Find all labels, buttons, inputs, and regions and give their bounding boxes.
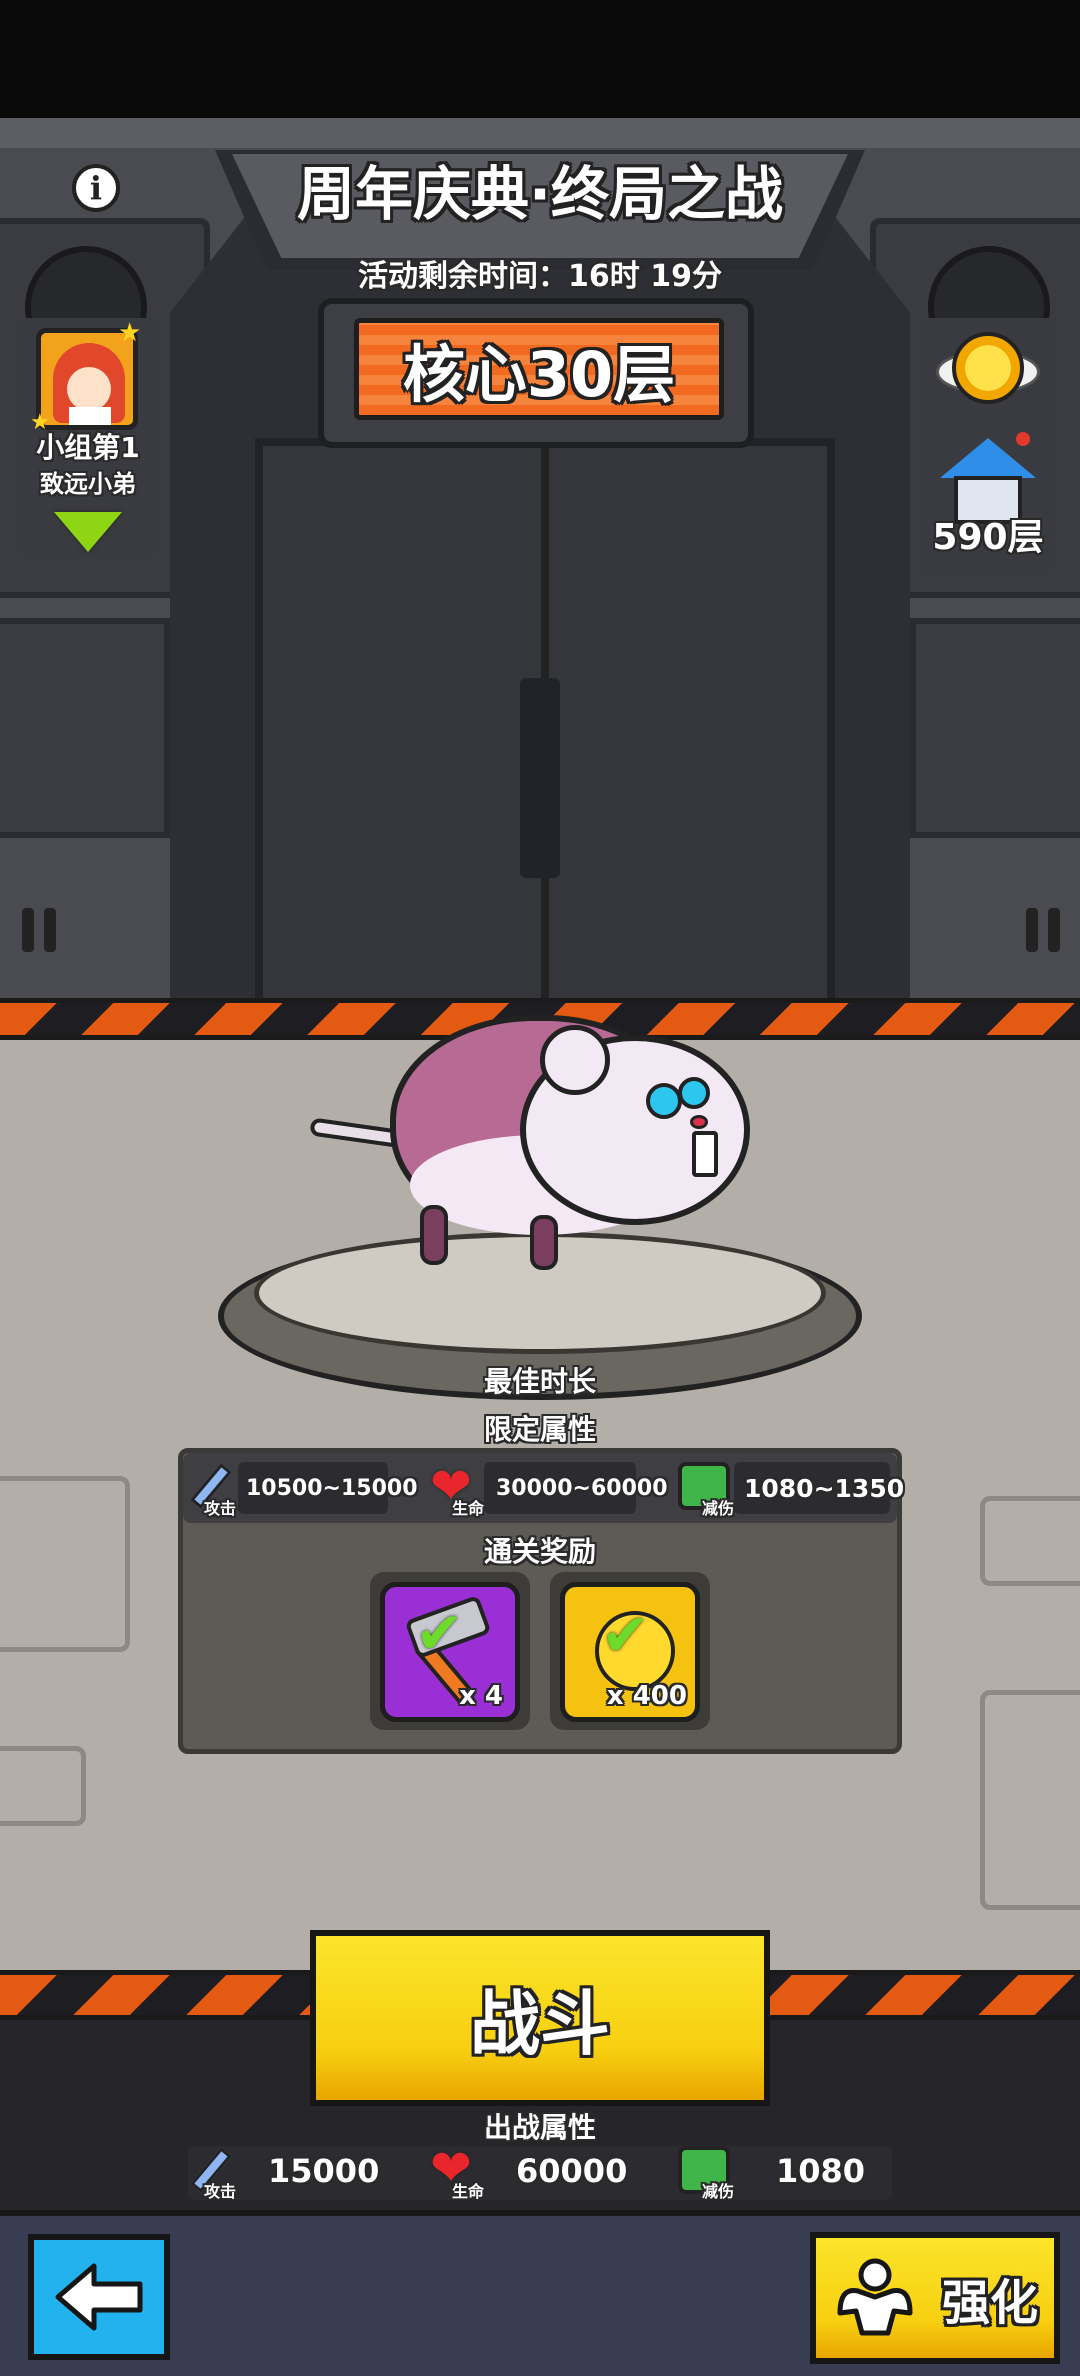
info-button[interactable]: i bbox=[72, 164, 120, 212]
rat-eye bbox=[646, 1083, 682, 1119]
vent-slot bbox=[44, 908, 56, 952]
check-icon: ✔ bbox=[601, 1601, 650, 1669]
floor-tile bbox=[0, 1476, 130, 1652]
defense-tag: 减伤 bbox=[702, 2182, 735, 2201]
rat-eye bbox=[678, 1077, 710, 1109]
enhance-button[interactable]: 强化 bbox=[810, 2232, 1060, 2364]
reward-count: x 4 bbox=[459, 1681, 503, 1711]
wall-rail bbox=[0, 118, 1080, 148]
floor-tile bbox=[980, 1690, 1080, 1910]
limited-attack-value: 10500~15000 bbox=[246, 1475, 418, 1501]
limited-attack-cell: 10500~15000 bbox=[238, 1462, 418, 1514]
deploy-hp-value: 60000 bbox=[516, 2152, 628, 2190]
arrow-left-icon bbox=[55, 2263, 143, 2331]
door-handle bbox=[520, 678, 560, 878]
attack-tag: 攻击 bbox=[204, 1499, 237, 1518]
stage-label: 核心30层 bbox=[402, 338, 676, 411]
rank-label: 小组第1 bbox=[36, 431, 140, 464]
avatar-face bbox=[67, 367, 111, 411]
reward-label: 通关奖励 bbox=[483, 1535, 596, 1568]
door-left bbox=[255, 438, 545, 998]
enhance-button-label: 强化 bbox=[942, 2275, 1039, 2331]
limited-hp-cell: 30000~60000 bbox=[484, 1462, 668, 1514]
reward-card-hammer[interactable]: ✔ x 4 bbox=[380, 1582, 520, 1722]
gold-coin-badge-icon[interactable] bbox=[936, 332, 1040, 422]
floor-tile bbox=[980, 1496, 1080, 1586]
star-icon: ★ bbox=[118, 318, 142, 348]
floor-count: 590层 bbox=[932, 517, 1044, 558]
best-time-label: 最佳时长 bbox=[483, 1365, 596, 1398]
rat-leg bbox=[530, 1215, 558, 1270]
boss-rat-character[interactable] bbox=[309, 985, 770, 1285]
status-bar bbox=[0, 0, 1080, 118]
check-icon: ✔ bbox=[415, 1599, 464, 1667]
event-title: 周年庆典·终局之战 bbox=[296, 160, 784, 228]
battle-button[interactable]: 战斗 bbox=[310, 1930, 770, 2106]
vent-slot bbox=[1026, 908, 1038, 952]
vent-slot bbox=[22, 908, 34, 952]
notification-dot bbox=[1016, 432, 1030, 446]
rat-teeth bbox=[692, 1131, 718, 1177]
battle-button-label: 战斗 bbox=[470, 1982, 610, 2065]
vent-slot bbox=[1048, 908, 1060, 952]
rat-nose bbox=[690, 1115, 708, 1129]
attack-tag: 攻击 bbox=[204, 2182, 237, 2201]
floor-tile bbox=[0, 1746, 86, 1826]
coin-face bbox=[952, 332, 1024, 404]
hp-tag: 生命 bbox=[452, 1499, 485, 1518]
limited-defense-value: 1080~1350 bbox=[744, 1473, 905, 1503]
door-right bbox=[545, 438, 835, 998]
hp-tag: 生命 bbox=[452, 2182, 485, 2201]
chevron-down-icon[interactable] bbox=[54, 512, 122, 552]
wall-panel bbox=[910, 618, 1080, 838]
defense-tag: 减伤 bbox=[702, 1499, 735, 1518]
deploy-attack-value: 15000 bbox=[268, 2152, 380, 2190]
limited-defense-cell: 1080~1350 bbox=[734, 1462, 904, 1514]
limited-hp-value: 30000~60000 bbox=[496, 1475, 668, 1501]
back-button[interactable] bbox=[28, 2234, 170, 2360]
deploy-defense-value: 1080 bbox=[776, 2152, 866, 2190]
wall-panel bbox=[0, 618, 170, 838]
reward-count: x 400 bbox=[606, 1681, 687, 1711]
limited-attr-label: 限定属性 bbox=[483, 1413, 596, 1446]
stage-banner: 核心30层 bbox=[354, 318, 724, 420]
rat-leg bbox=[420, 1205, 448, 1265]
info-icon: i bbox=[89, 169, 103, 207]
player-name: 致远小弟 bbox=[40, 470, 136, 498]
time-remaining: 活动剩余时间：16时 19分 bbox=[358, 259, 722, 294]
rat-ear bbox=[540, 1025, 610, 1095]
muscle-icon bbox=[837, 2258, 913, 2336]
reward-card-coin[interactable]: ✔ x 400 bbox=[560, 1582, 700, 1722]
